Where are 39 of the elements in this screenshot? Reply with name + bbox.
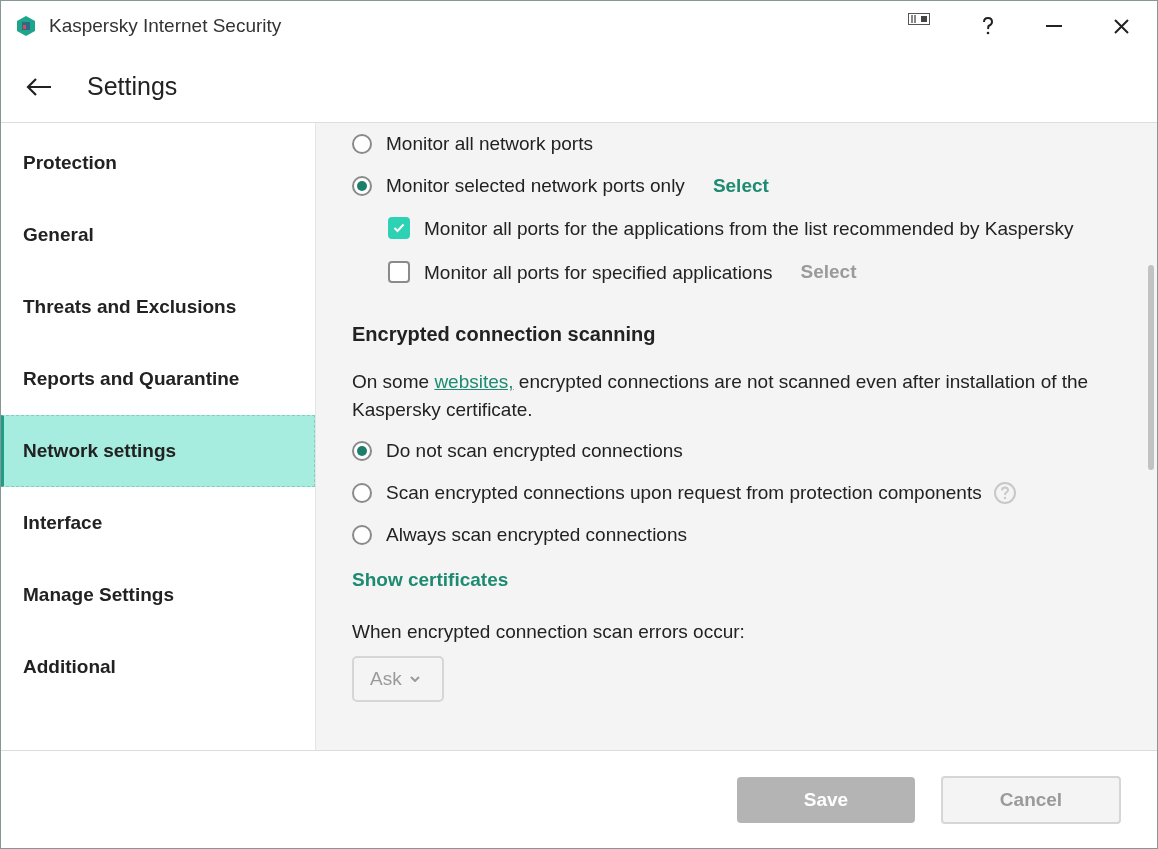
radio-button[interactable] — [352, 525, 372, 545]
help-icon[interactable] — [982, 17, 994, 35]
select-link[interactable]: Select — [712, 175, 769, 197]
field-label: When encrypted connection scan errors occur: — [352, 620, 746, 644]
sidebar-item[interactable]: Interface — [1, 487, 315, 559]
option-label: Scan encrypted connections upon request from protection components — [386, 481, 982, 505]
option-label: Monitor all network ports — [386, 132, 593, 156]
radio-button[interactable] — [352, 134, 372, 154]
chevron-down-icon — [409, 676, 420, 682]
radio-button[interactable] — [352, 176, 372, 196]
sidebar-item[interactable]: Threats and Exclusions — [1, 271, 315, 343]
option-label: Do not scan encrypted connections — [386, 439, 683, 463]
sidebar-item[interactable]: Reports and Quarantine — [1, 343, 315, 415]
option-label: Monitor selected network ports only — [386, 174, 685, 198]
radio-button[interactable] — [352, 441, 372, 461]
option-label: Monitor all ports for the applications from the list recommended by Kaspersky — [424, 217, 1074, 241]
websites-link[interactable]: websites, — [434, 371, 514, 392]
checkbox[interactable] — [388, 261, 410, 283]
section-heading: Encrypted connection scanning — [352, 323, 657, 346]
app-logo-icon — [15, 15, 37, 37]
sidebar-item[interactable]: Manage Settings — [1, 559, 315, 631]
checkbox[interactable] — [388, 217, 410, 239]
close-icon[interactable] — [1114, 18, 1129, 34]
scrollbar-thumb[interactable] — [1148, 265, 1154, 470]
checkmark-icon — [393, 223, 405, 233]
radio-button[interactable] — [352, 483, 372, 503]
tablet-mode-icon[interactable] — [908, 13, 930, 25]
option-label: Monitor all ports for specified applications — [424, 261, 773, 285]
page-title: Settings — [87, 72, 178, 101]
show-certificates-link[interactable]: Show certificates — [352, 569, 509, 591]
sidebar-item[interactable]: Network settings — [1, 415, 315, 487]
sidebar-item[interactable]: General — [1, 199, 315, 271]
back-arrow-icon[interactable] — [26, 77, 52, 96]
window-title: Kaspersky Internet Security — [49, 15, 282, 37]
description-text: On some websites, encrypted connections are not scanned even after installation of the Kaspersky certificate. — [352, 370, 1090, 422]
sidebar-item[interactable]: Additional — [1, 631, 315, 703]
select-link: Select — [800, 261, 857, 283]
sidebar-item[interactable]: Protection — [1, 127, 315, 199]
option-label: Always scan encrypted connections — [386, 523, 687, 547]
